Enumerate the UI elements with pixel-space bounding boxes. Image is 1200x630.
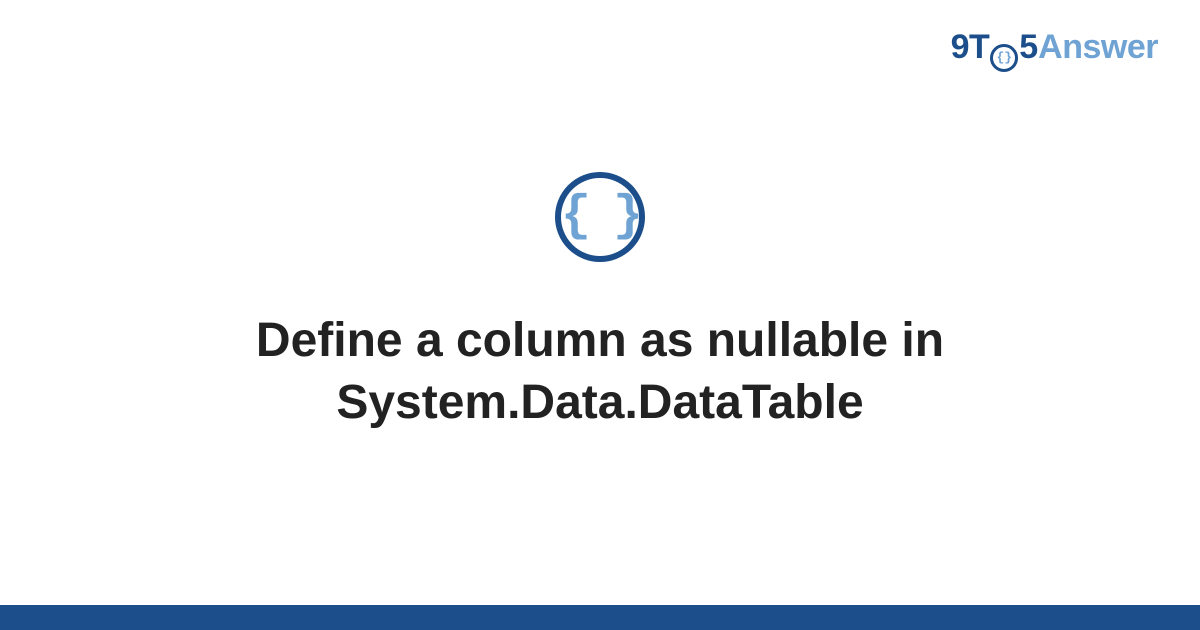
main-content: { } Define a column as nullable in Syste…: [0, 0, 1200, 605]
braces-glyph: { }: [561, 192, 639, 242]
footer-bar: [0, 605, 1200, 630]
code-braces-icon: { }: [555, 172, 645, 262]
page-title: Define a column as nullable in System.Da…: [150, 310, 1050, 433]
